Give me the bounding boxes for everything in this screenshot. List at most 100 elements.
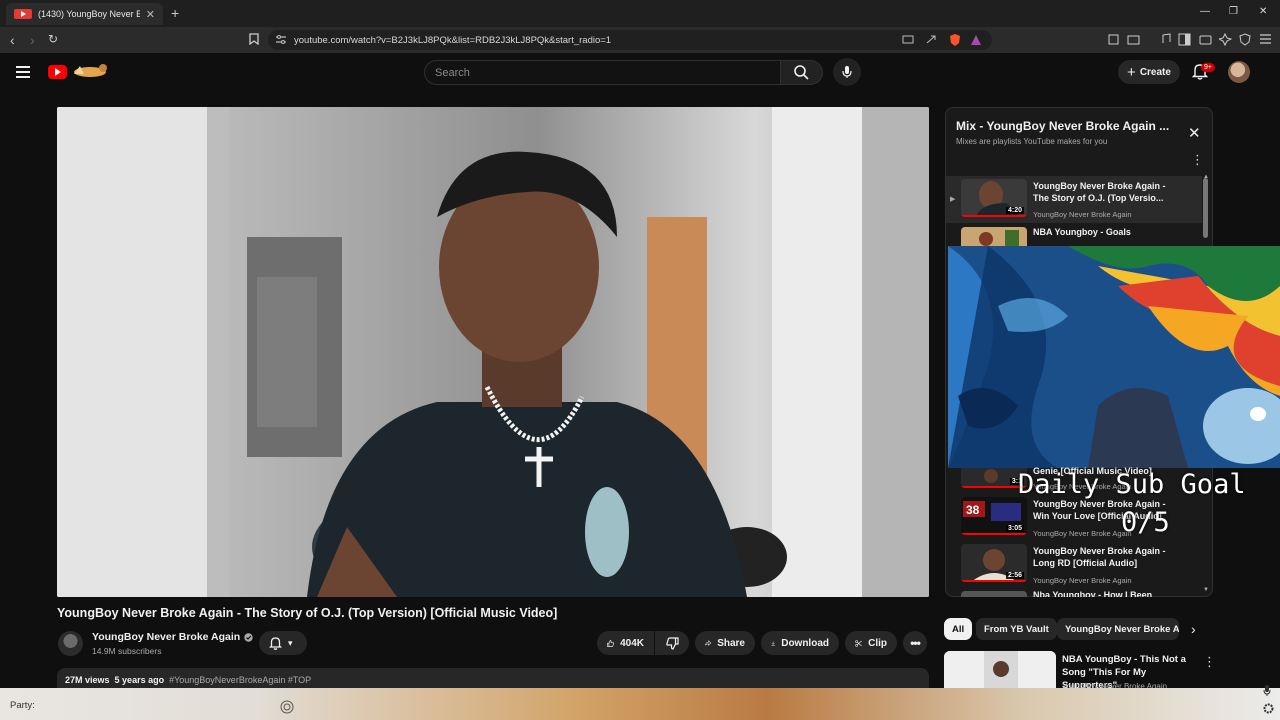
- share-icon: [705, 640, 712, 646]
- guide-menu-icon[interactable]: [16, 66, 30, 81]
- more-horizontal-icon: •••: [910, 636, 921, 650]
- search-icon: [794, 65, 809, 80]
- video-player[interactable]: [57, 107, 929, 597]
- duration-badge: 2:56: [1005, 572, 1024, 579]
- notification-count-badge: 9+: [1201, 63, 1215, 72]
- clip-label: Clip: [868, 637, 887, 649]
- channel-name-link[interactable]: YoungBoy Never Broke Again: [92, 631, 253, 643]
- playlist-title[interactable]: Mix - YoungBoy Never Broke Again ...: [956, 119, 1169, 133]
- sidebar-icon[interactable]: [1178, 33, 1191, 46]
- bell-icon: [269, 637, 282, 650]
- duration-badge: 4:20: [1005, 207, 1024, 214]
- chevron-down-icon: ▾: [288, 637, 293, 648]
- account-avatar[interactable]: [1228, 61, 1250, 83]
- now-playing-icon: ▶: [950, 196, 956, 203]
- playlist-item-title[interactable]: Nba Youngboy - How I Been: [1033, 590, 1152, 597]
- playlist-thumbnail[interactable]: 38 3:05: [961, 497, 1027, 535]
- playlist-item-title[interactable]: NBA Youngboy - Goals: [1033, 226, 1131, 238]
- maximize-icon[interactable]: ❐: [1229, 6, 1238, 17]
- forward-icon[interactable]: ›: [30, 32, 35, 48]
- voice-search-button[interactable]: [833, 58, 861, 86]
- close-icon[interactable]: ✕: [1188, 124, 1201, 142]
- youtube-logo-icon[interactable]: [48, 65, 67, 79]
- playlist-item-channel: YoungBoy Never Broke Again: [1033, 576, 1132, 585]
- playlist-thumbnail[interactable]: 2:56: [961, 544, 1027, 582]
- new-tab-icon[interactable]: +: [171, 5, 179, 21]
- verified-badge-icon: [244, 632, 253, 642]
- search-input[interactable]: Search: [424, 60, 781, 85]
- scroll-down-icon[interactable]: ▼: [1203, 587, 1209, 593]
- clip-button[interactable]: Clip: [845, 631, 897, 655]
- more-actions-button[interactable]: •••: [903, 631, 927, 655]
- playlist-thumbnail[interactable]: [961, 227, 1027, 246]
- leo-ai-icon[interactable]: [1219, 33, 1232, 46]
- share-button[interactable]: Share: [695, 631, 755, 655]
- vpn-icon[interactable]: [1239, 33, 1252, 46]
- hashtags[interactable]: #YoungBoyNeverBrokeAgain #TOP: [169, 675, 311, 685]
- duration-badge: 3:05: [1005, 525, 1024, 532]
- like-button[interactable]: 404K: [597, 631, 654, 655]
- upload-age: 5 years ago: [114, 675, 165, 685]
- browser-tab-bar: [0, 0, 1280, 27]
- chip-all[interactable]: All: [944, 618, 973, 640]
- brave-rewards-icon[interactable]: [970, 34, 982, 46]
- bookmark-icon[interactable]: [249, 33, 259, 45]
- subscription-notifications-button[interactable]: ▾: [259, 631, 307, 655]
- back-icon[interactable]: ‹: [10, 32, 15, 48]
- playlist-item-channel: YoungBoy Never Broke Again: [1033, 210, 1132, 219]
- browser-tab[interactable]: (1430) YoungBoy Never Broke ✕: [6, 3, 163, 25]
- brave-shield-icon[interactable]: [948, 33, 962, 47]
- cast-icon[interactable]: [902, 35, 914, 45]
- media-icon[interactable]: [1159, 33, 1171, 46]
- video-title: YoungBoy Never Broke Again - The Story o…: [57, 606, 558, 620]
- playlist-item-channel: YoungBoy Never Broke Again: [1033, 529, 1132, 538]
- minimize-icon[interactable]: —: [1200, 6, 1210, 17]
- tab-title: (1430) YoungBoy Never Broke: [38, 9, 140, 19]
- chip-youngboy[interactable]: YoungBoy Never Broke Ag: [1057, 618, 1179, 640]
- thumbs-down-icon: [665, 636, 679, 650]
- wallet-icon[interactable]: [1199, 33, 1212, 46]
- channel-avatar[interactable]: [58, 631, 83, 656]
- dislike-button[interactable]: [655, 631, 689, 655]
- extensions-icon[interactable]: [1107, 33, 1120, 46]
- youtube-favicon-icon: [14, 9, 32, 19]
- playlist-scrollbar[interactable]: [1203, 178, 1208, 238]
- channel-name: YoungBoy Never Broke Again: [92, 631, 241, 643]
- playlist-subtitle: Mixes are playlists YouTube makes for yo…: [956, 137, 1108, 146]
- playlist-thumbnail[interactable]: [961, 591, 1027, 597]
- screenshot-icon[interactable]: [1127, 33, 1140, 46]
- microphone-icon: [842, 66, 852, 78]
- bottom-overlay-strip: [0, 688, 1280, 720]
- share-page-icon[interactable]: [925, 34, 937, 45]
- view-count: 27M views: [65, 675, 110, 685]
- chip-from-yb-vault[interactable]: From YB Vault: [976, 618, 1057, 640]
- playlist-menu-icon[interactable]: ⋮: [1191, 152, 1204, 168]
- browser-menu-icon[interactable]: [1259, 33, 1272, 45]
- daily-sub-goal-value: 0/5: [1121, 507, 1170, 538]
- svg-text:38: 38: [966, 503, 980, 517]
- create-button[interactable]: + Create: [1118, 60, 1180, 84]
- scissors-icon: [855, 639, 862, 647]
- settings-icon: [1263, 703, 1274, 714]
- playlist-item-title[interactable]: YoungBoy Never Broke Again - Long RD [Of…: [1033, 545, 1183, 569]
- recommendation-menu-icon[interactable]: ⋮: [1203, 654, 1216, 670]
- subscriber-count: 14.9M subscribers: [92, 646, 162, 656]
- download-button[interactable]: Download: [761, 631, 839, 655]
- close-tab-icon[interactable]: ✕: [146, 8, 155, 21]
- site-settings-icon[interactable]: [276, 35, 286, 44]
- share-label: Share: [717, 637, 745, 649]
- description-meta: 27M views 5 years ago #YoungBoyNeverBrok…: [65, 675, 311, 685]
- youtube-doodle-icon[interactable]: [70, 62, 112, 80]
- search-button[interactable]: [781, 60, 823, 85]
- reload-icon[interactable]: ↻: [48, 32, 58, 46]
- url-text: youtube.com/watch?v=B2J3kLJ8PQk&list=RDB…: [294, 34, 612, 46]
- target-icon: [280, 700, 294, 714]
- thumbs-up-icon: [607, 639, 614, 647]
- scroll-up-icon[interactable]: ▲: [1203, 174, 1209, 180]
- close-window-icon[interactable]: ✕: [1259, 6, 1267, 17]
- video-frame-image: [57, 107, 929, 597]
- url-field[interactable]: youtube.com/watch?v=B2J3kLJ8PQk&list=RDB…: [268, 30, 992, 50]
- playlist-thumbnail[interactable]: 4:20: [961, 179, 1027, 217]
- chevron-right-icon[interactable]: ›: [1191, 621, 1196, 637]
- playlist-item-title[interactable]: YoungBoy Never Broke Again - The Story o…: [1033, 180, 1183, 204]
